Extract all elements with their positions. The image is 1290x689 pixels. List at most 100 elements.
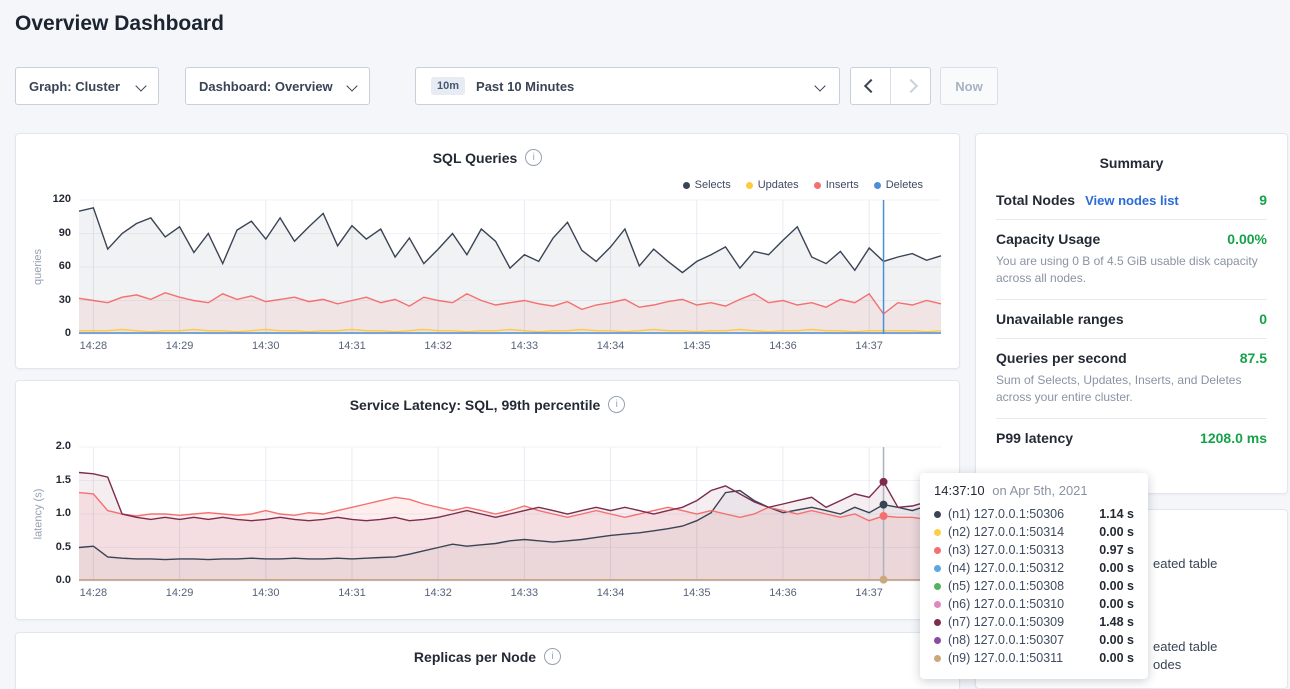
graph-selector-dropdown[interactable]: Graph: Cluster <box>15 67 159 105</box>
y-axis: 0306090120 <box>16 200 71 334</box>
node-latency-value: 0.00 s <box>1099 597 1134 611</box>
time-nav-group <box>850 67 931 105</box>
chart-title: Replicas per Node <box>414 649 536 665</box>
time-range-dropdown[interactable]: 10m Past 10 Minutes <box>415 67 840 105</box>
graph-selector-label: Graph: Cluster <box>29 79 120 94</box>
x-axis-tick: 14:35 <box>683 340 711 352</box>
chart-legend: Selects Updates Inserts Deletes <box>683 179 923 191</box>
node-latency-value: 0.00 s <box>1099 633 1134 647</box>
legend-dot-icon <box>746 182 753 189</box>
node-color-dot-icon <box>934 565 941 572</box>
tooltip-node-row: (n7) 127.0.0.1:503091.48 s <box>934 613 1134 631</box>
legend-item-updates[interactable]: Updates <box>746 179 799 191</box>
chart-header: Replicas per Node i <box>16 648 959 665</box>
event-item-fragment[interactable]: eated table <box>1153 639 1217 654</box>
capacity-usage-description: You are using 0 B of 4.5 GiB usable disk… <box>996 253 1267 288</box>
y-axis-tick: 0.5 <box>56 541 71 553</box>
x-axis-tick: 14:30 <box>252 587 280 599</box>
node-latency-value: 1.48 s <box>1099 615 1134 629</box>
info-icon[interactable]: i <box>608 396 625 413</box>
dashboard-selector-label: Dashboard: Overview <box>199 79 333 94</box>
chevron-left-icon <box>863 79 877 93</box>
legend-dot-icon <box>683 182 690 189</box>
node-latency-value: 0.00 s <box>1099 525 1134 539</box>
time-range-badge: 10m <box>431 77 465 95</box>
tooltip-date: on Apr 5th, 2021 <box>992 483 1087 498</box>
x-axis-tick: 14:33 <box>511 340 539 352</box>
summary-qps-row: Queries per second 87.5 Sum of Selects, … <box>996 339 1267 419</box>
chart-title: SQL Queries <box>433 150 518 166</box>
event-item-fragment[interactable]: odes <box>1153 657 1181 672</box>
event-item-fragment[interactable]: eated table <box>1153 556 1217 571</box>
tooltip-node-row: (n4) 127.0.0.1:50312 0.00 s <box>934 559 1134 577</box>
sql-queries-chart[interactable] <box>79 200 941 334</box>
capacity-usage-label: Capacity Usage <box>996 231 1100 247</box>
tooltip-time: 14:37:10 <box>934 483 985 498</box>
info-icon[interactable]: i <box>544 648 561 665</box>
info-icon[interactable]: i <box>525 149 542 166</box>
view-nodes-list-link[interactable]: View nodes list <box>1085 193 1179 208</box>
service-latency-chart[interactable] <box>79 447 941 581</box>
chart-header: SQL Queries i <box>16 149 959 166</box>
x-axis-tick: 14:30 <box>252 340 280 352</box>
chevron-down-icon <box>814 80 825 91</box>
page-title: Overview Dashboard <box>15 12 224 36</box>
x-axis-tick: 14:29 <box>166 340 194 352</box>
replicas-per-node-chart-panel: Replicas per Node i <box>15 632 960 689</box>
x-axis-tick: 14:32 <box>424 340 452 352</box>
x-axis-tick: 14:31 <box>338 340 366 352</box>
now-button-label: Now <box>955 79 982 94</box>
capacity-usage-value: 0.00% <box>1227 231 1267 247</box>
queries-per-second-value: 87.5 <box>1240 350 1267 366</box>
chart-tooltip: 14:37:10 on Apr 5th, 2021 (n1) 127.0.0.1… <box>920 473 1148 679</box>
total-nodes-value: 9 <box>1259 192 1267 208</box>
y-axis-tick: 0.0 <box>56 574 71 586</box>
x-axis-tick: 14:36 <box>769 340 797 352</box>
queries-per-second-label: Queries per second <box>996 350 1127 366</box>
node-address: (n9) 127.0.0.1:50311 <box>948 651 1063 665</box>
chart-header: Service Latency: SQL, 99th percentile i <box>16 396 959 413</box>
tooltip-node-row: (n2) 127.0.0.1:50314 0.00 s <box>934 523 1134 541</box>
now-button[interactable]: Now <box>940 67 998 105</box>
summary-panel: Summary Total Nodes View nodes list 9 Ca… <box>975 133 1288 494</box>
time-prev-button[interactable] <box>851 68 891 104</box>
time-next-button[interactable] <box>891 68 930 104</box>
dashboard-selector-dropdown[interactable]: Dashboard: Overview <box>185 67 370 105</box>
summary-capacity-row: Capacity Usage 0.00% You are using 0 B o… <box>996 220 1267 300</box>
chevron-down-icon <box>135 80 146 91</box>
node-color-dot-icon <box>934 529 941 536</box>
y-axis-tick: 1.0 <box>56 507 71 519</box>
x-axis-tick: 14:28 <box>80 340 108 352</box>
node-color-dot-icon <box>934 583 941 590</box>
node-address: (n5) 127.0.0.1:50308 <box>948 579 1064 593</box>
legend-item-inserts[interactable]: Inserts <box>814 179 859 191</box>
y-axis-tick: 90 <box>59 227 71 239</box>
x-axis-tick: 14:36 <box>769 587 797 599</box>
legend-item-deletes[interactable]: Deletes <box>874 179 923 191</box>
legend-item-selects[interactable]: Selects <box>683 179 731 191</box>
tooltip-rows: (n1) 127.0.0.1:503061.14 s(n2) 127.0.0.1… <box>934 505 1134 667</box>
node-latency-value: 0.00 s <box>1099 561 1134 575</box>
x-axis-tick: 14:34 <box>597 587 625 599</box>
node-address: (n4) 127.0.0.1:50312 <box>948 561 1064 575</box>
chart-title: Service Latency: SQL, 99th percentile <box>350 397 601 413</box>
legend-dot-icon <box>874 182 881 189</box>
node-latency-value: 0.00 s <box>1099 579 1134 593</box>
node-latency-value: 1.14 s <box>1099 507 1134 521</box>
node-color-dot-icon <box>934 601 941 608</box>
summary-total-nodes-row: Total Nodes View nodes list 9 <box>996 181 1267 220</box>
tooltip-node-row: (n3) 127.0.0.1:503130.97 s <box>934 541 1134 559</box>
x-axis-tick: 14:33 <box>511 587 539 599</box>
legend-label: Deletes <box>886 179 923 191</box>
y-axis-tick: 0 <box>65 327 71 339</box>
y-axis: 0.00.51.01.52.0 <box>16 447 71 581</box>
x-axis: 14:2814:2914:3014:3114:3214:3314:3414:35… <box>79 587 941 601</box>
legend-label: Inserts <box>826 179 859 191</box>
node-address: (n2) 127.0.0.1:50314 <box>948 525 1064 539</box>
unavailable-ranges-value: 0 <box>1259 311 1267 327</box>
tooltip-node-row: (n9) 127.0.0.1:503110.00 s <box>934 649 1134 667</box>
x-axis-tick: 14:35 <box>683 587 711 599</box>
p99-latency-value: 1208.0 ms <box>1200 430 1267 446</box>
summary-p99-row: P99 latency 1208.0 ms <box>996 419 1267 457</box>
x-axis-tick: 14:37 <box>855 587 883 599</box>
